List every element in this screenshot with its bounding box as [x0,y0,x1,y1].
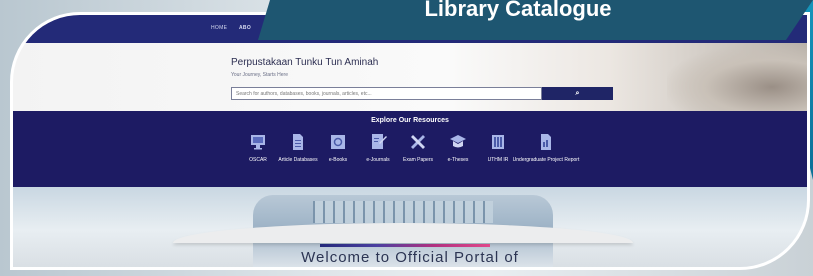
document-icon [293,134,303,150]
banner-title: Library Catalogue [424,0,612,21]
journal-icon [372,134,387,149]
nav-item-home[interactable]: HOME [211,25,227,31]
library-title: Perpustakaan Tunku Tun Aminah [231,57,379,68]
hero-photo-books [667,45,807,115]
search-icon: ⌕ [575,89,580,97]
library-subtitle: Your Journey, Starts Here [231,72,288,78]
resource-label: Undergraduate Project Report [512,157,580,163]
search-button[interactable]: ⌕ [542,87,613,100]
pencil-ruler-icon [411,135,425,149]
building-windows [313,201,493,223]
monitor-icon [251,135,265,150]
graduation-cap-icon [450,135,466,148]
welcome-text: Welcome to Official Portal of [301,249,519,266]
resources-heading: Explore Our Resources [371,117,449,124]
website-screenshot-frame: HOME ABO Perpustakaan Tunku Tun Aminah Y… [10,12,810,270]
nav-item-about[interactable]: ABO [239,25,251,31]
search-input[interactable] [231,87,542,100]
resource-undergraduate-project-report[interactable]: Undergraduate Project Report [510,133,582,163]
repository-icon [492,135,504,149]
report-icon [541,134,551,150]
explore-resources-section: Explore Our Resources OSCAR Article Data… [13,111,807,187]
book-icon [331,135,345,149]
welcome-accent-bar [320,244,490,247]
